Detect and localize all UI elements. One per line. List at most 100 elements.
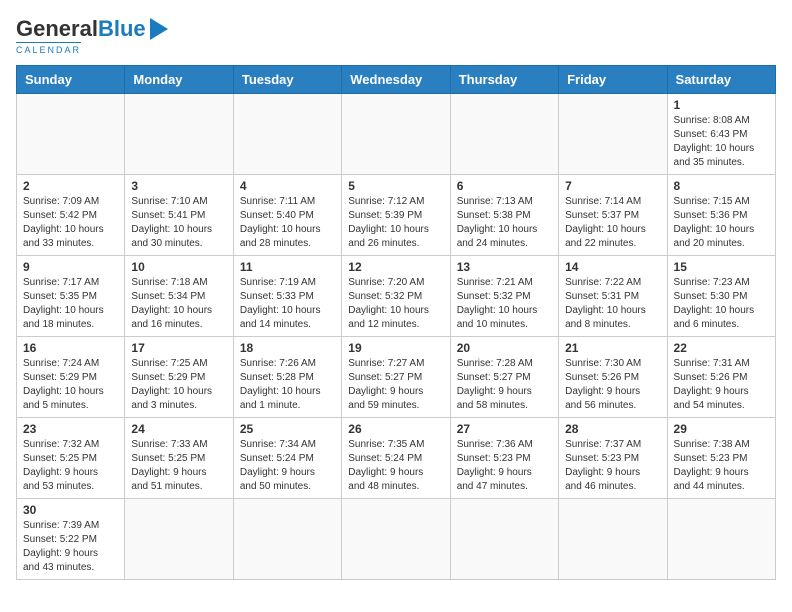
day-info: Sunrise: 7:09 AM Sunset: 5:42 PM Dayligh… — [23, 195, 118, 251]
day-info: Sunrise: 7:12 AM Sunset: 5:39 PM Dayligh… — [348, 195, 443, 251]
day-number: 11 — [240, 260, 335, 274]
day-info: Sunrise: 7:20 AM Sunset: 5:32 PM Dayligh… — [348, 276, 443, 332]
logo-triangle-icon — [150, 18, 168, 40]
calendar-table: SundayMondayTuesdayWednesdayThursdayFrid… — [16, 65, 776, 580]
calendar-week-row: 16 Sunrise: 7:24 AM Sunset: 5:29 PM Dayli… — [17, 337, 776, 418]
calendar-cell: 11 Sunrise: 7:19 AM Sunset: 5:33 PM Dayli… — [233, 256, 341, 337]
calendar-cell: 4 Sunrise: 7:11 AM Sunset: 5:40 PM Daylig… — [233, 175, 341, 256]
calendar-cell: 27Sunrise: 7:36 AM Sunset: 5:23 PM Dayli… — [450, 418, 558, 499]
day-number: 14 — [565, 260, 660, 274]
calendar-week-row: 23 Sunrise: 7:32 AM Sunset: 5:25 PM Dayli… — [17, 418, 776, 499]
day-number: 10 — [131, 260, 226, 274]
calendar-cell — [559, 94, 667, 175]
calendar-week-row: 9Sunrise: 7:17 AM Sunset: 5:35 PM Daylig… — [17, 256, 776, 337]
weekday-header-tuesday: Tuesday — [233, 66, 341, 94]
day-info: Sunrise: 7:19 AM Sunset: 5:33 PM Dayligh… — [240, 276, 335, 332]
calendar-cell: 15 Sunrise: 7:23 AM Sunset: 5:30 PM Dayli… — [667, 256, 775, 337]
weekday-header-wednesday: Wednesday — [342, 66, 450, 94]
weekday-header-row: SundayMondayTuesdayWednesdayThursdayFrid… — [17, 66, 776, 94]
calendar-cell: 2 Sunrise: 7:09 AM Sunset: 5:42 PM Daylig… — [17, 175, 125, 256]
day-number: 1 — [674, 98, 769, 112]
day-number: 12 — [348, 260, 443, 274]
calendar-week-row: 1Sunrise: 8:08 AM Sunset: 6:43 PM Daylig… — [17, 94, 776, 175]
day-number: 5 — [348, 179, 443, 193]
logo-general-text: General — [16, 16, 98, 42]
day-info: Sunrise: 7:14 AM Sunset: 5:37 PM Dayligh… — [565, 195, 660, 251]
calendar-cell — [559, 499, 667, 580]
day-number: 29 — [674, 422, 769, 436]
day-number: 23 — [23, 422, 118, 436]
calendar-cell — [667, 499, 775, 580]
weekday-header-friday: Friday — [559, 66, 667, 94]
day-number: 22 — [674, 341, 769, 355]
calendar-cell: 22 Sunrise: 7:31 AM Sunset: 5:26 PM Dayli… — [667, 337, 775, 418]
calendar-cell: 16 Sunrise: 7:24 AM Sunset: 5:29 PM Dayli… — [17, 337, 125, 418]
day-info: Sunrise: 7:10 AM Sunset: 5:41 PM Dayligh… — [131, 195, 226, 251]
day-info: Sunrise: 7:24 AM Sunset: 5:29 PM Dayligh… — [23, 357, 118, 413]
calendar-cell: 23 Sunrise: 7:32 AM Sunset: 5:25 PM Dayli… — [17, 418, 125, 499]
calendar-cell: 25Sunrise: 7:34 AM Sunset: 5:24 PM Dayli… — [233, 418, 341, 499]
weekday-header-monday: Monday — [125, 66, 233, 94]
day-info: Sunrise: 7:17 AM Sunset: 5:35 PM Dayligh… — [23, 276, 118, 332]
calendar-cell: 21Sunrise: 7:30 AM Sunset: 5:26 PM Dayli… — [559, 337, 667, 418]
day-number: 3 — [131, 179, 226, 193]
calendar-cell: 8 Sunrise: 7:15 AM Sunset: 5:36 PM Daylig… — [667, 175, 775, 256]
calendar-cell: 17 Sunrise: 7:25 AM Sunset: 5:29 PM Dayli… — [125, 337, 233, 418]
calendar-cell: 9Sunrise: 7:17 AM Sunset: 5:35 PM Daylig… — [17, 256, 125, 337]
day-number: 30 — [23, 503, 118, 517]
calendar-week-row: 2 Sunrise: 7:09 AM Sunset: 5:42 PM Daylig… — [17, 175, 776, 256]
day-number: 16 — [23, 341, 118, 355]
day-number: 18 — [240, 341, 335, 355]
day-info: Sunrise: 7:27 AM Sunset: 5:27 PM Dayligh… — [348, 357, 443, 413]
calendar-cell — [233, 94, 341, 175]
day-number: 27 — [457, 422, 552, 436]
calendar-cell — [342, 94, 450, 175]
day-info: Sunrise: 7:38 AM Sunset: 5:23 PM Dayligh… — [674, 438, 769, 494]
day-info: Sunrise: 7:35 AM Sunset: 5:24 PM Dayligh… — [348, 438, 443, 494]
calendar-cell: 14 Sunrise: 7:22 AM Sunset: 5:31 PM Dayli… — [559, 256, 667, 337]
day-number: 15 — [674, 260, 769, 274]
calendar-cell: 30 Sunrise: 7:39 AM Sunset: 5:22 PM Dayli… — [17, 499, 125, 580]
day-info: Sunrise: 7:18 AM Sunset: 5:34 PM Dayligh… — [131, 276, 226, 332]
day-number: 6 — [457, 179, 552, 193]
day-info: Sunrise: 7:15 AM Sunset: 5:36 PM Dayligh… — [674, 195, 769, 251]
day-number: 19 — [348, 341, 443, 355]
day-info: Sunrise: 7:26 AM Sunset: 5:28 PM Dayligh… — [240, 357, 335, 413]
day-info: Sunrise: 7:11 AM Sunset: 5:40 PM Dayligh… — [240, 195, 335, 251]
logo-underline: CALENDAR — [16, 42, 81, 55]
day-number: 28 — [565, 422, 660, 436]
day-number: 26 — [348, 422, 443, 436]
calendar-cell — [17, 94, 125, 175]
day-info: Sunrise: 7:13 AM Sunset: 5:38 PM Dayligh… — [457, 195, 552, 251]
weekday-header-sunday: Sunday — [17, 66, 125, 94]
calendar-cell: 3 Sunrise: 7:10 AM Sunset: 5:41 PM Daylig… — [125, 175, 233, 256]
calendar-cell: 13Sunrise: 7:21 AM Sunset: 5:32 PM Dayli… — [450, 256, 558, 337]
day-info: Sunrise: 7:23 AM Sunset: 5:30 PM Dayligh… — [674, 276, 769, 332]
calendar-cell — [450, 94, 558, 175]
day-info: Sunrise: 7:32 AM Sunset: 5:25 PM Dayligh… — [23, 438, 118, 494]
logo-blue-text: Blue — [98, 16, 146, 42]
calendar-cell: 29 Sunrise: 7:38 AM Sunset: 5:23 PM Dayli… — [667, 418, 775, 499]
day-number: 4 — [240, 179, 335, 193]
logo: General Blue CALENDAR — [16, 16, 168, 55]
day-number: 17 — [131, 341, 226, 355]
calendar-cell: 12 Sunrise: 7:20 AM Sunset: 5:32 PM Dayli… — [342, 256, 450, 337]
day-info: Sunrise: 7:33 AM Sunset: 5:25 PM Dayligh… — [131, 438, 226, 494]
day-number: 2 — [23, 179, 118, 193]
day-info: Sunrise: 7:34 AM Sunset: 5:24 PM Dayligh… — [240, 438, 335, 494]
calendar-cell — [450, 499, 558, 580]
day-number: 8 — [674, 179, 769, 193]
day-info: Sunrise: 7:39 AM Sunset: 5:22 PM Dayligh… — [23, 519, 118, 575]
day-number: 20 — [457, 341, 552, 355]
day-info: Sunrise: 7:31 AM Sunset: 5:26 PM Dayligh… — [674, 357, 769, 413]
calendar-cell: 28 Sunrise: 7:37 AM Sunset: 5:23 PM Dayli… — [559, 418, 667, 499]
calendar-cell: 26 Sunrise: 7:35 AM Sunset: 5:24 PM Dayli… — [342, 418, 450, 499]
day-info: Sunrise: 7:37 AM Sunset: 5:23 PM Dayligh… — [565, 438, 660, 494]
day-info: Sunrise: 7:22 AM Sunset: 5:31 PM Dayligh… — [565, 276, 660, 332]
weekday-header-thursday: Thursday — [450, 66, 558, 94]
calendar-cell — [125, 499, 233, 580]
header: General Blue CALENDAR — [16, 16, 776, 55]
calendar-cell — [125, 94, 233, 175]
weekday-header-saturday: Saturday — [667, 66, 775, 94]
day-info: Sunrise: 7:25 AM Sunset: 5:29 PM Dayligh… — [131, 357, 226, 413]
